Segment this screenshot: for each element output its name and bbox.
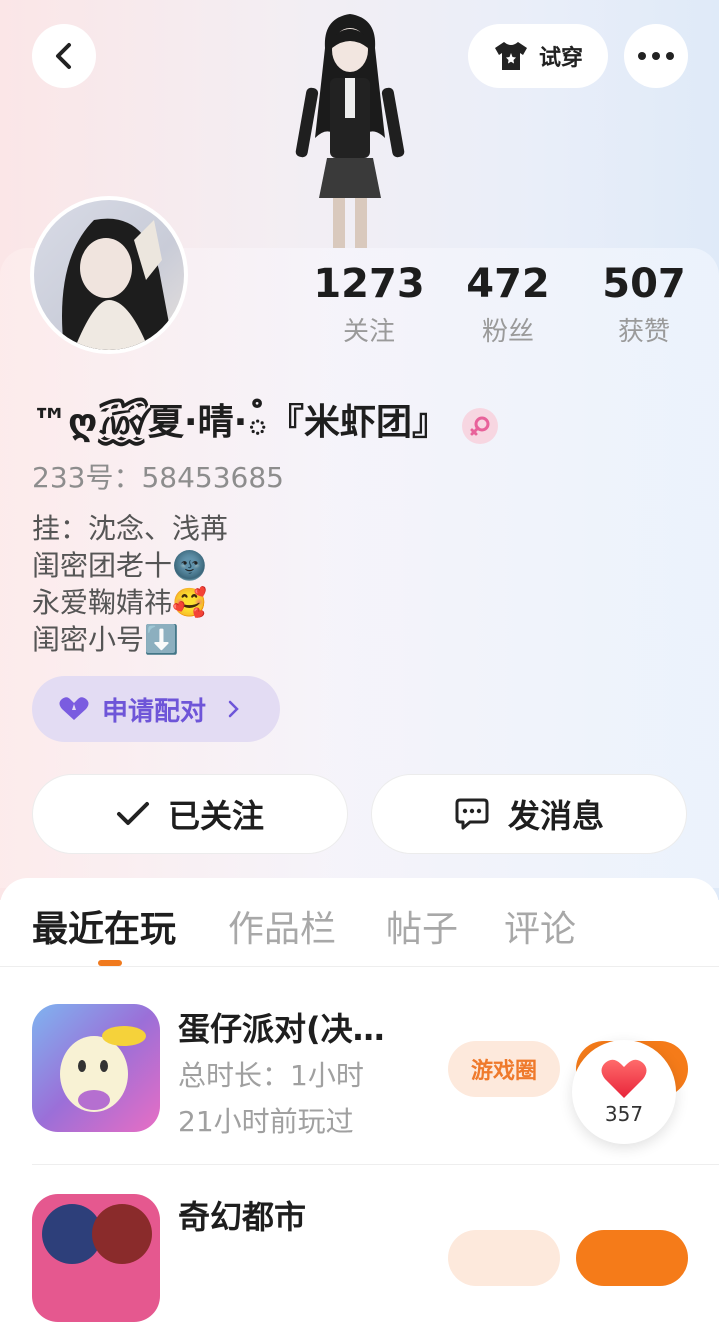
send-message-button[interactable]: 发消息 bbox=[371, 774, 687, 854]
back-button[interactable] bbox=[32, 24, 96, 88]
bio-line: 闺密团老十🌚 bbox=[32, 549, 207, 582]
bio: 挂：沈念、浅苒 闺密团老十🌚 永爱鞠婧祎🥰 闺密小号⬇️ bbox=[32, 510, 228, 658]
tshirt-icon bbox=[494, 42, 527, 70]
likes-label: 获赞 bbox=[617, 317, 670, 347]
following-label: 关注 bbox=[342, 317, 395, 347]
apply-pair-button[interactable]: 申请配对 bbox=[32, 676, 280, 742]
bio-line: 挂：沈念、浅苒 bbox=[32, 512, 229, 545]
more-dots-icon bbox=[638, 52, 674, 60]
followed-button[interactable]: 已关注 bbox=[32, 774, 348, 854]
like-count: 357 bbox=[604, 1102, 644, 1126]
tabs-divider bbox=[0, 966, 719, 967]
checkmark-icon bbox=[116, 802, 149, 825]
profile-avatar[interactable] bbox=[30, 196, 188, 354]
tab-posts[interactable]: 帖子 bbox=[386, 900, 458, 952]
user-id: 233号：58453685 bbox=[32, 461, 284, 494]
followers-count: 472 bbox=[466, 261, 550, 307]
username: ™ღ꫞夏·晴·ఄ『米虾团』 bbox=[32, 402, 449, 443]
bio-line: 闺密小号⬇️ bbox=[32, 623, 179, 656]
try-on-label: 试穿 bbox=[538, 46, 583, 71]
send-message-label: 发消息 bbox=[507, 797, 604, 835]
avatar-image bbox=[34, 200, 184, 350]
stat-following[interactable]: 1273 关注 bbox=[309, 258, 429, 350]
heart-pair-icon bbox=[59, 697, 89, 720]
followers-label: 粉丝 bbox=[481, 317, 534, 347]
row-divider bbox=[32, 1164, 719, 1165]
game-duration: 总时长：1小时 bbox=[178, 1059, 364, 1092]
followed-label: 已关注 bbox=[167, 797, 264, 835]
tab-comments[interactable]: 评论 bbox=[504, 900, 576, 952]
game-last-played: 21小时前玩过 bbox=[178, 1105, 354, 1138]
tab-works[interactable]: 作品栏 bbox=[228, 900, 336, 952]
game-title[interactable]: 蛋仔派对(决… bbox=[178, 1004, 385, 1050]
try-on-button[interactable]: 试穿 bbox=[468, 24, 608, 88]
game-circle-button[interactable] bbox=[448, 1230, 560, 1286]
character-avatar-3d[interactable] bbox=[285, 8, 415, 248]
game-circle-button[interactable]: 游戏圈 bbox=[448, 1041, 560, 1097]
female-gender-icon bbox=[462, 407, 499, 444]
game-icon-fantasy-city[interactable] bbox=[32, 1194, 160, 1322]
stat-likes[interactable]: 507 获赞 bbox=[584, 258, 704, 350]
chevron-left-icon bbox=[56, 43, 71, 69]
username-row: ™ღ꫞夏·晴·ఄ『米虾团』 bbox=[32, 388, 499, 463]
bio-line: 永爱鞠婧祎🥰 bbox=[32, 586, 207, 619]
more-options-button[interactable] bbox=[624, 24, 688, 88]
tab-recently-played[interactable]: 最近在玩 bbox=[32, 900, 176, 952]
following-count: 1273 bbox=[313, 261, 425, 307]
chat-bubble-icon bbox=[455, 798, 489, 830]
apply-pair-label: 申请配对 bbox=[102, 696, 207, 727]
game-icon-eggy-party[interactable] bbox=[32, 1004, 160, 1132]
heart-icon bbox=[601, 1059, 647, 1098]
stat-followers[interactable]: 472 粉丝 bbox=[448, 258, 568, 350]
likes-count: 507 bbox=[602, 261, 686, 307]
like-button[interactable]: 357 bbox=[572, 1040, 676, 1144]
chevron-right-icon bbox=[228, 700, 239, 718]
game-play-button[interactable] bbox=[576, 1230, 688, 1286]
game-title[interactable]: 奇幻都市 bbox=[178, 1192, 306, 1238]
